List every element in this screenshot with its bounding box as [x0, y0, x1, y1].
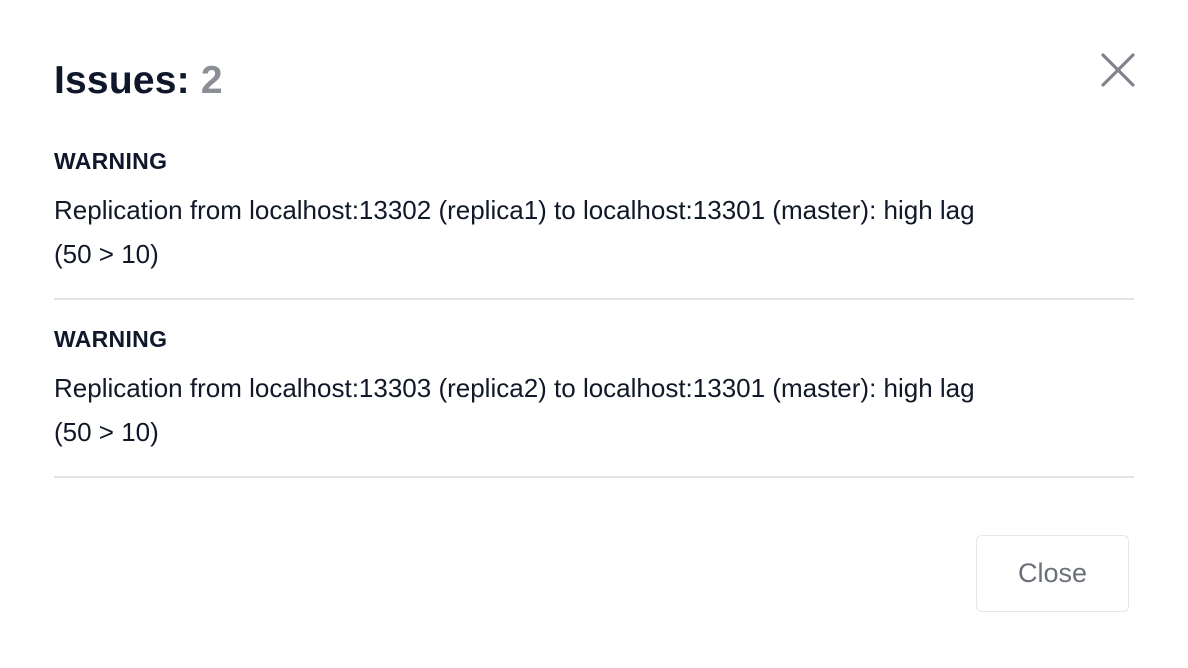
issue-item: WARNING Replication from localhost:13302…: [54, 122, 1134, 300]
issue-message: Replication from localhost:13302 (replic…: [54, 188, 1134, 276]
close-icon-button[interactable]: [1096, 48, 1140, 92]
close-icon: [1096, 48, 1140, 92]
issues-list: WARNING Replication from localhost:13302…: [54, 122, 1134, 478]
close-button[interactable]: Close: [976, 535, 1129, 612]
issue-message-line: (50 > 10): [54, 239, 159, 269]
issue-level: WARNING: [54, 326, 168, 352]
issue-item: WARNING Replication from localhost:13303…: [54, 300, 1134, 478]
issue-message-line: (50 > 10): [54, 417, 159, 447]
issue-count: 2: [200, 59, 223, 102]
issue-level: WARNING: [54, 148, 168, 174]
modal-title: Issues: 2: [54, 56, 223, 106]
issue-message-line: Replication from localhost:13302 (replic…: [54, 195, 975, 225]
issue-message-line: Replication from localhost:13303 (replic…: [54, 373, 975, 403]
title-label: Issues:: [54, 59, 190, 102]
issues-modal: Issues: 2 WARNING Replication from local…: [0, 0, 1188, 668]
issue-message: Replication from localhost:13303 (replic…: [54, 366, 1134, 454]
